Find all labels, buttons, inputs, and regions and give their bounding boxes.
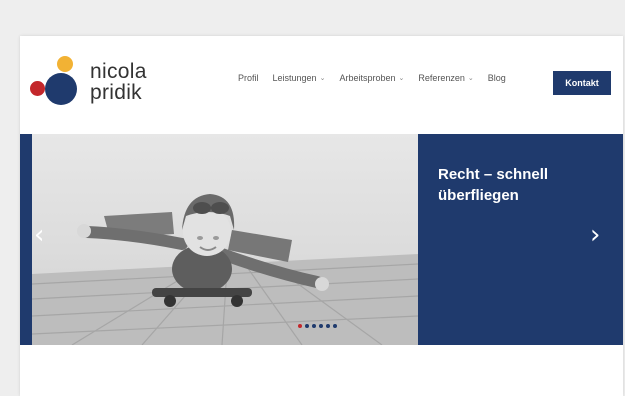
chevron-down-icon: ⌄ — [398, 75, 405, 82]
logo-blue-dot — [45, 73, 77, 105]
page-card: nicola pridik Profil Leistungen ⌄ Arbeit… — [20, 36, 623, 396]
contact-button[interactable]: Kontakt — [553, 71, 611, 95]
nav-item-label: Arbeitsproben — [339, 73, 396, 83]
pagination-dot[interactable] — [305, 324, 309, 328]
logo[interactable]: nicola pridik — [30, 56, 180, 116]
logo-line2: pridik — [90, 81, 142, 104]
child-pilot-photo — [32, 194, 418, 345]
next-slide-icon[interactable]: › — [590, 222, 600, 248]
main-nav: Profil Leistungen ⌄ Arbeitsproben ⌄ Refe… — [238, 73, 520, 83]
logo-wordmark: nicola pridik — [90, 61, 147, 103]
slider-left-strip — [20, 134, 32, 345]
hero-title: Recht – schnell überfliegen — [438, 164, 608, 206]
nav-item-leistungen[interactable]: Leistungen ⌄ — [273, 73, 326, 83]
logo-red-dot — [30, 81, 45, 96]
pagination-dot[interactable] — [319, 324, 323, 328]
nav-item-label: Referenzen — [418, 73, 465, 83]
logo-line1: nicola — [90, 60, 147, 83]
nav-item-blog[interactable]: Blog — [488, 73, 506, 83]
hero-image — [32, 134, 418, 345]
pagination-dot[interactable] — [298, 324, 302, 328]
prev-slide-icon[interactable]: ‹ — [34, 222, 44, 248]
chevron-down-icon: ⌄ — [467, 75, 474, 82]
pagination-dot[interactable] — [326, 324, 330, 328]
hero-title-line2: überfliegen — [438, 187, 519, 204]
nav-item-referenzen[interactable]: Referenzen ⌄ — [418, 73, 473, 83]
slider-pagination — [298, 324, 340, 328]
hero-slider: Recht – schnell überfliegen ‹ › — [20, 134, 623, 345]
nav-item-label: Blog — [487, 73, 506, 83]
site-header: nicola pridik Profil Leistungen ⌄ Arbeit… — [20, 36, 623, 134]
hero-title-line1: Recht – schnell — [438, 166, 549, 183]
nav-item-label: Profil — [238, 73, 259, 83]
pagination-dot[interactable] — [333, 324, 337, 328]
pagination-dot[interactable] — [312, 324, 316, 328]
nav-item-arbeitsproben[interactable]: Arbeitsproben ⌄ — [339, 73, 404, 83]
logo-yellow-dot — [57, 56, 73, 72]
chevron-down-icon: ⌄ — [319, 75, 326, 82]
nav-item-label: Leistungen — [272, 73, 317, 83]
nav-item-profil[interactable]: Profil — [238, 73, 259, 83]
